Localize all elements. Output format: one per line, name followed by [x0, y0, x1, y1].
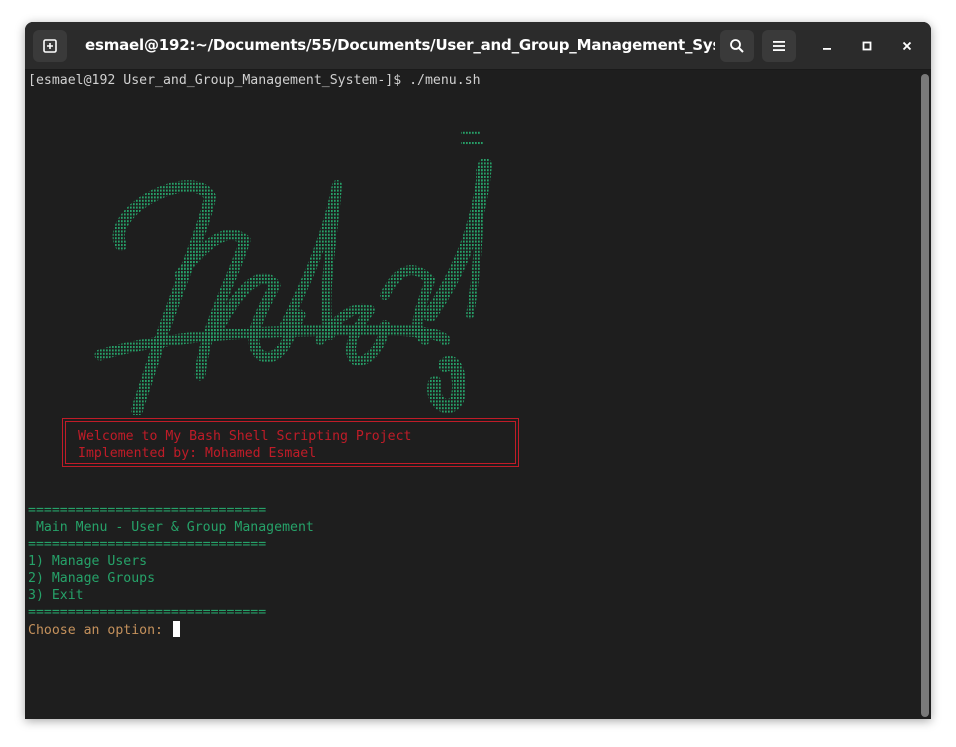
terminal-output[interactable]: [esmael@192 User_and_Group_Management_Sy…: [25, 70, 915, 719]
close-button[interactable]: [895, 34, 919, 58]
welcome-box: Welcome to My Bash Shell Scripting Proje…: [62, 418, 519, 467]
minimize-icon: [823, 48, 831, 50]
new-tab-icon: [43, 39, 57, 53]
close-icon: [902, 41, 912, 51]
signature-ascii-art: [94, 131, 492, 415]
menu-heading: Main Menu - User & Group Management: [28, 520, 314, 535]
option-prompt-line[interactable]: Choose an option:: [28, 621, 180, 638]
minimize-button[interactable]: [815, 34, 839, 58]
shell-command-line: [esmael@192 User_and_Group_Management_Sy…: [28, 73, 481, 88]
welcome-line-1: Welcome to My Bash Shell Scripting Proje…: [78, 429, 412, 444]
option-prompt: Choose an option:: [28, 623, 171, 638]
menu-option-manage-groups: 2) Manage Groups: [28, 571, 156, 586]
menu-button[interactable]: [762, 30, 796, 62]
text-cursor: [172, 621, 180, 637]
hamburger-menu-icon: [773, 41, 785, 51]
search-button[interactable]: [720, 30, 754, 62]
titlebar: esmael@192:~/Documents/55/Documents/User…: [25, 22, 931, 70]
terminal-window: esmael@192:~/Documents/55/Documents/User…: [25, 22, 931, 719]
menu-separator-bottom: ==============================: [28, 605, 267, 620]
new-tab-button[interactable]: [33, 30, 67, 62]
maximize-button[interactable]: [855, 34, 879, 58]
search-icon: [730, 39, 744, 53]
maximize-icon: [862, 41, 872, 51]
menu-separator-top: ==============================: [28, 503, 267, 518]
scrollbar[interactable]: [921, 74, 929, 717]
menu-option-exit: 3) Exit: [28, 588, 84, 603]
welcome-line-2: Implemented by: Mohamed Esmael: [78, 446, 317, 461]
menu-separator-mid: ==============================: [28, 537, 267, 552]
window-title: esmael@192:~/Documents/55/Documents/User…: [85, 36, 715, 54]
menu-option-manage-users: 1) Manage Users: [28, 554, 148, 569]
